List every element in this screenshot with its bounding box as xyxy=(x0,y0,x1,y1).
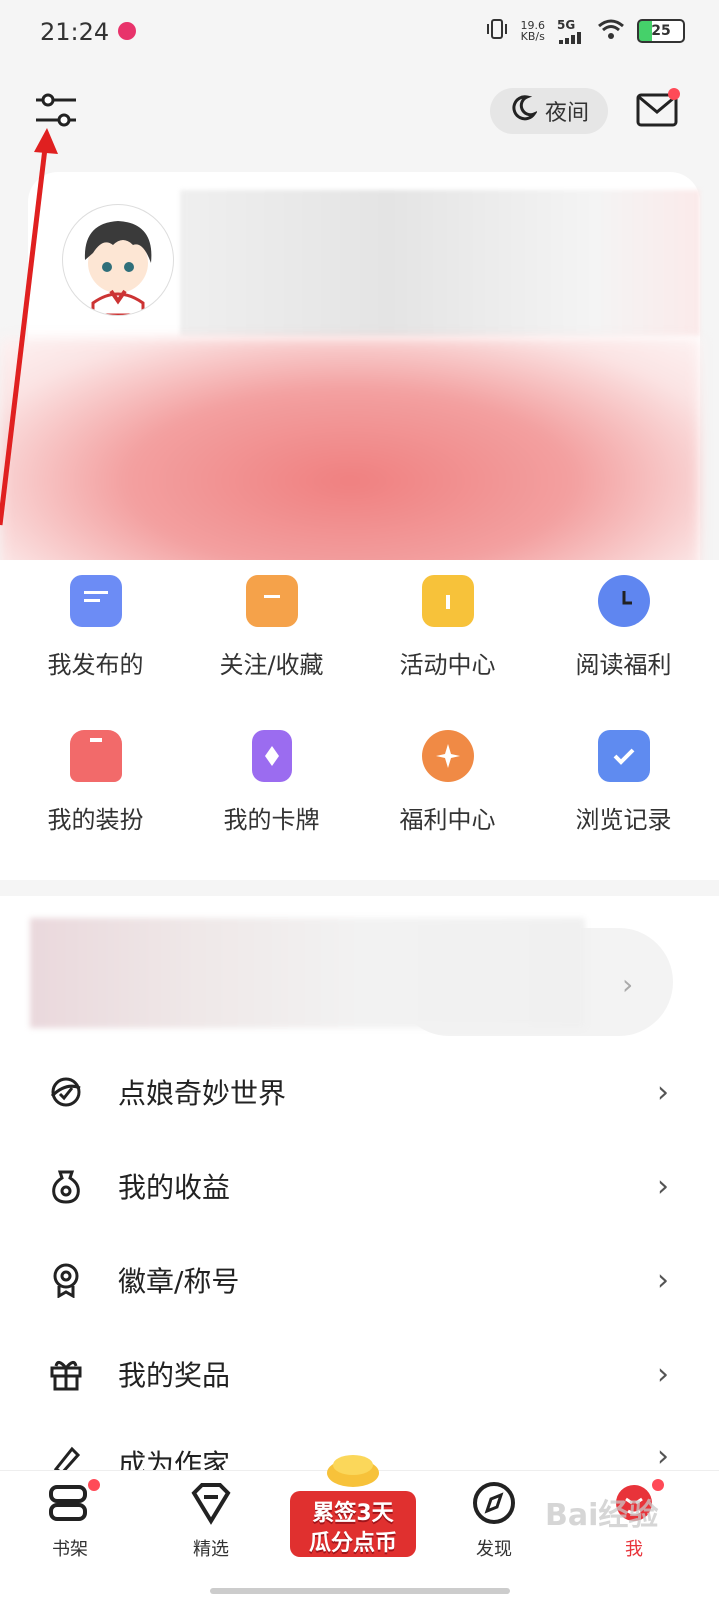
night-mode-button[interactable]: 夜间 xyxy=(490,88,608,134)
watermark: Bai经验 xyxy=(545,1498,659,1533)
menu-item-world[interactable]: 点娘奇妙世界 › xyxy=(0,1045,719,1139)
grid-label: 福利中心 xyxy=(399,806,496,834)
menu-label: 我的收益 xyxy=(118,1171,231,1204)
star-bag-icon xyxy=(421,730,474,782)
moon-icon xyxy=(509,94,539,128)
signal-icon: 5G xyxy=(557,18,585,44)
wifi-icon xyxy=(597,18,625,44)
menu-label: 我的奖品 xyxy=(118,1359,231,1392)
card-icon xyxy=(251,730,292,782)
grid-item-welfare-center[interactable]: 福利中心 xyxy=(360,730,536,835)
night-mode-label: 夜间 xyxy=(544,101,589,126)
app-notification-icon xyxy=(118,22,136,40)
menu-label: 成为作家 xyxy=(118,1448,231,1471)
grid-label: 我的卡牌 xyxy=(223,806,320,834)
annotation-arrow xyxy=(0,128,58,526)
grid-label: 我的装扮 xyxy=(47,806,144,834)
grid-item-my-posts[interactable]: 我发布的 xyxy=(8,575,184,680)
grid-label: 活动中心 xyxy=(399,651,496,679)
promo-badge[interactable]: 累签3天 瓜分点币 xyxy=(286,1451,420,1561)
menu-item-earnings[interactable]: 我的收益 › xyxy=(0,1139,719,1233)
grid-label: 关注/收藏 xyxy=(219,651,324,679)
chevron-right-icon: › xyxy=(622,968,634,1001)
book-check-icon xyxy=(597,730,650,782)
grid-label: 我发布的 xyxy=(47,651,144,679)
diamond-icon xyxy=(188,1481,234,1529)
chevron-right-icon: › xyxy=(657,1262,669,1298)
nav-label: 精选 xyxy=(193,1539,229,1560)
clock-bag-icon xyxy=(597,575,650,627)
message-icon xyxy=(69,575,122,633)
status-time: 21:24 xyxy=(40,18,110,46)
grid-item-my-dressup[interactable]: 我的装扮 xyxy=(8,730,184,835)
status-indicators: 19.6 KB/s 5G 25 xyxy=(485,18,685,44)
menu-label: 点娘奇妙世界 xyxy=(118,1077,287,1110)
chevron-right-icon: › xyxy=(657,1439,669,1471)
net-speed: 19.6 KB/s xyxy=(521,20,546,42)
menu-label: 徽章/称号 xyxy=(118,1265,240,1298)
chevron-right-icon: › xyxy=(657,1168,669,1204)
promo-line2: 瓜分点币 xyxy=(308,1531,397,1556)
grid-item-follow-collect[interactable]: 关注/收藏 xyxy=(184,575,360,680)
bookshelf-dot xyxy=(88,1479,100,1491)
world-icon xyxy=(48,1074,84,1110)
nav-label: 我 xyxy=(625,1539,643,1560)
grid-item-my-cards[interactable]: 我的卡牌 xyxy=(184,730,360,835)
mail-unread-dot xyxy=(668,88,680,100)
grid-item-history[interactable]: 浏览记录 xyxy=(536,730,712,835)
compass-icon xyxy=(471,1481,517,1529)
battery-level: 25 xyxy=(651,23,671,39)
nav-featured[interactable]: 精选 xyxy=(161,1481,261,1561)
home-indicator[interactable] xyxy=(210,1588,510,1594)
vip-banner-blurred[interactable] xyxy=(0,338,700,576)
menu-item-prizes[interactable]: 我的奖品 › xyxy=(0,1327,719,1421)
grid-label: 浏览记录 xyxy=(575,806,672,834)
promo-line1: 累签3天 xyxy=(312,1501,394,1526)
nav-discover[interactable]: 发现 xyxy=(444,1481,544,1561)
grid-label: 阅读福利 xyxy=(575,651,672,679)
gift-icon xyxy=(421,575,474,627)
grid-item-activity-center[interactable]: 活动中心 xyxy=(360,575,536,680)
net-speed-unit: KB/s xyxy=(520,30,545,43)
network-type: 5G xyxy=(557,18,576,32)
badge-icon xyxy=(48,1262,84,1299)
username-blurred xyxy=(180,190,700,336)
tshirt-icon xyxy=(69,730,122,782)
bookshelf-icon xyxy=(47,1481,93,1529)
gift-box-icon xyxy=(48,1356,84,1392)
pen-icon xyxy=(48,1441,84,1471)
menu-item-badges[interactable]: 徽章/称号 › xyxy=(0,1233,719,1327)
folder-icon xyxy=(245,575,298,627)
nav-label: 发现 xyxy=(476,1539,512,1560)
promo-blurred[interactable] xyxy=(30,918,585,1028)
vibrate-icon xyxy=(485,18,509,44)
chevron-right-icon: › xyxy=(657,1356,669,1392)
nav-bookshelf[interactable]: 书架 xyxy=(20,1481,120,1561)
nav-label: 书架 xyxy=(52,1539,88,1560)
grid-item-reading-welfare[interactable]: 阅读福利 xyxy=(536,575,712,680)
chevron-right-icon: › xyxy=(657,1074,669,1110)
money-bag-icon xyxy=(48,1168,84,1204)
battery-indicator: 25 xyxy=(637,19,685,43)
shortcut-grid: 我发布的 关注/收藏 活动中心 阅读福利 我的装扮 我的卡牌 福利中心 浏览记录 xyxy=(0,575,719,835)
